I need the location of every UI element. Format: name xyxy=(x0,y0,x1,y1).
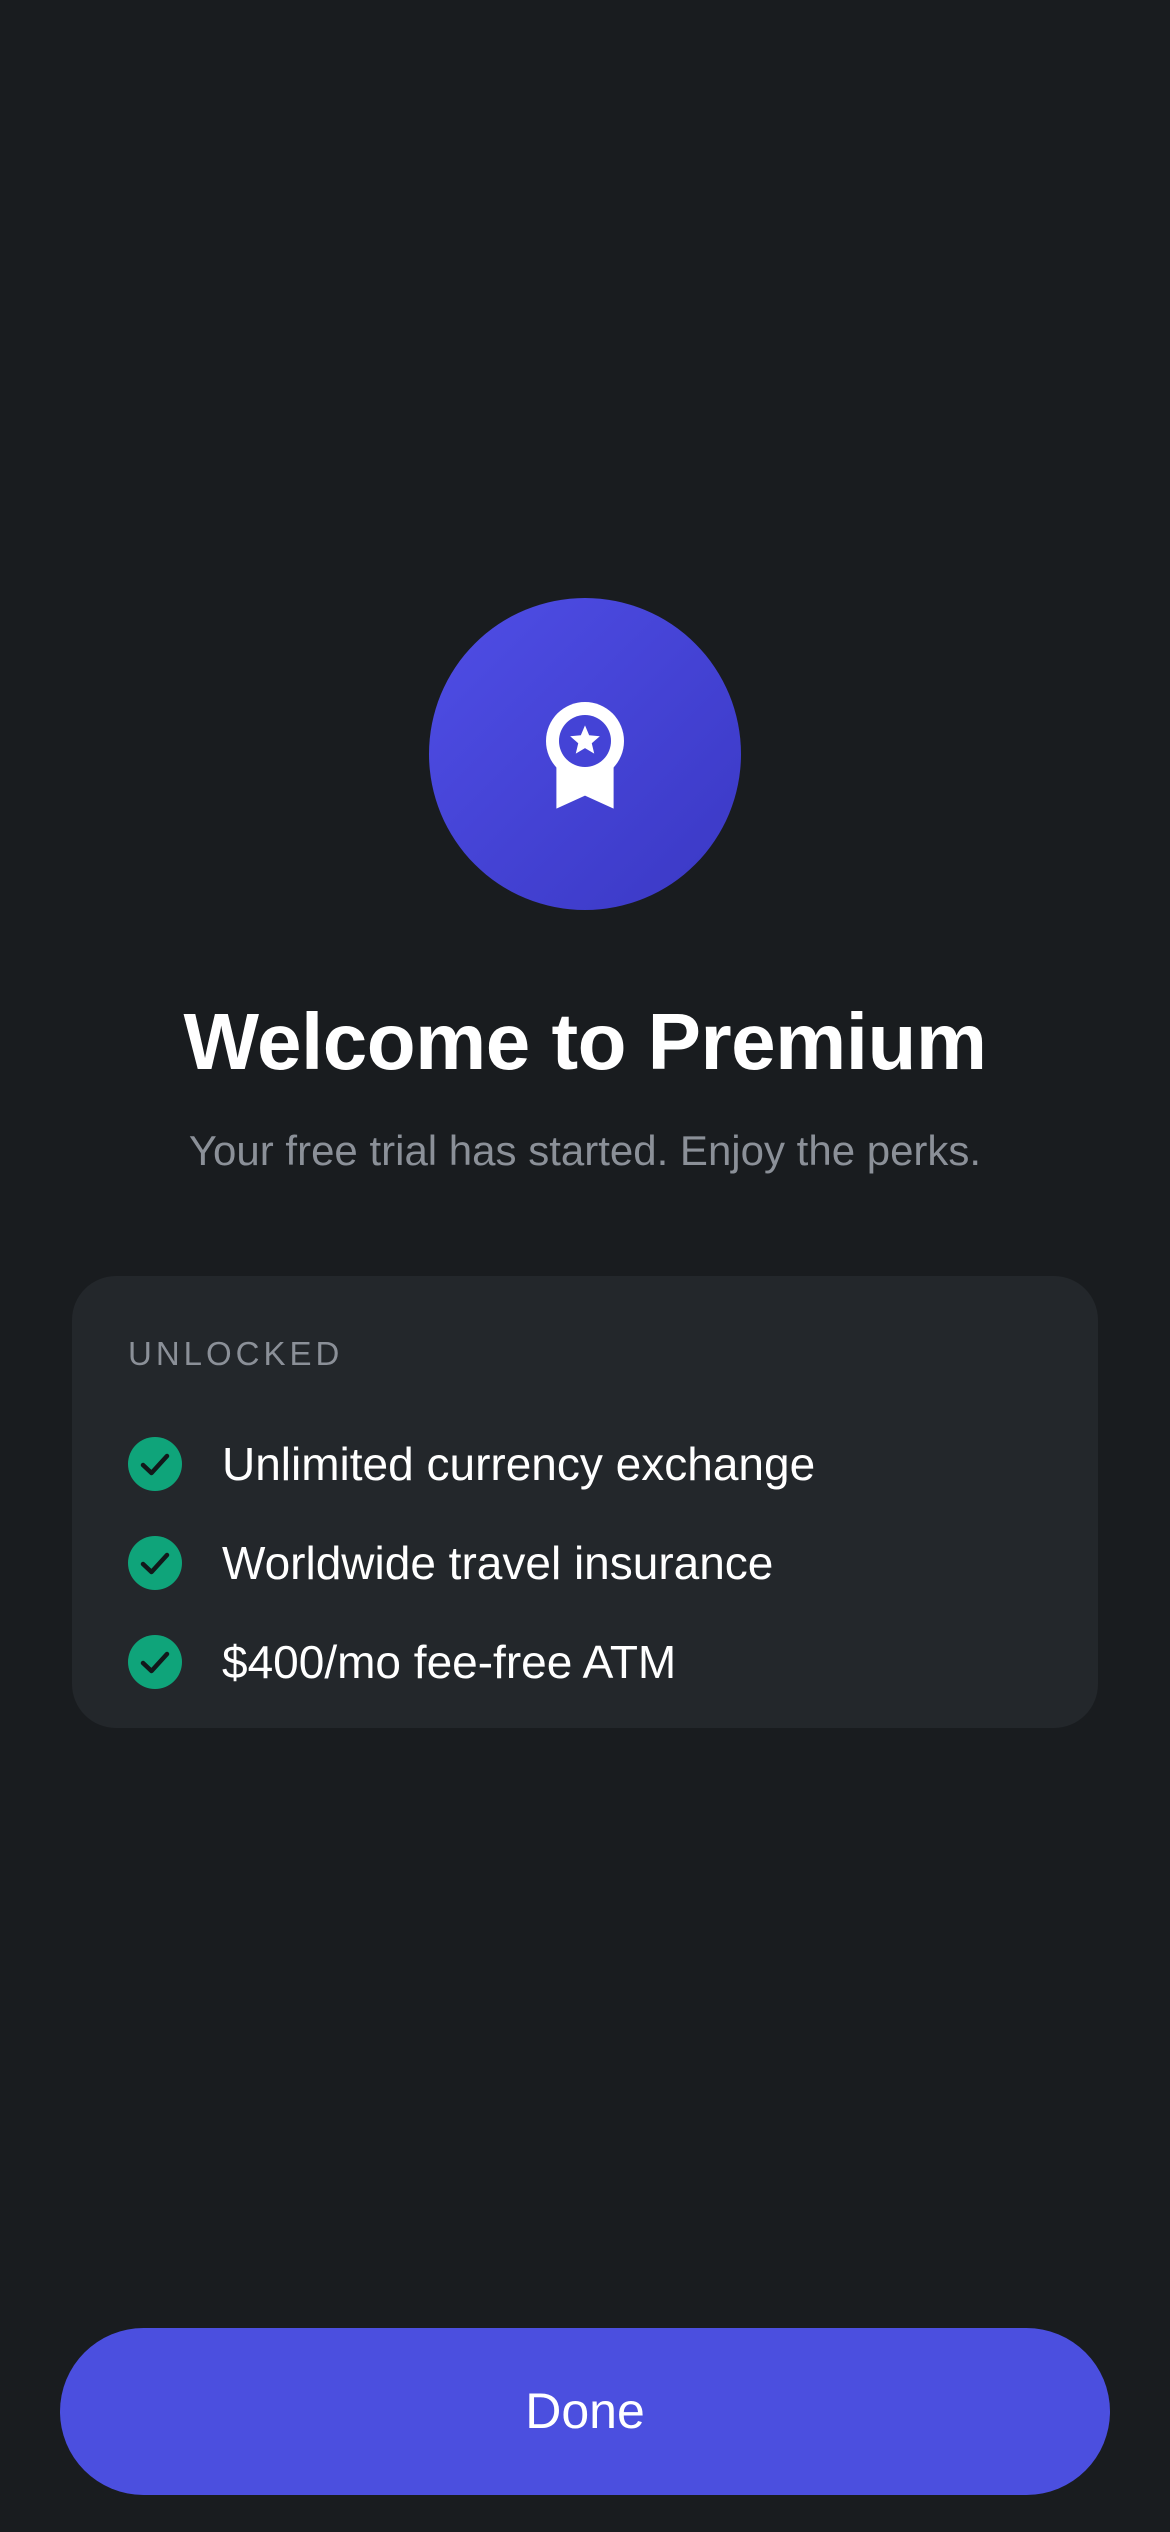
done-button[interactable]: Done xyxy=(60,2328,1110,2495)
perk-label: $400/mo fee-free ATM xyxy=(222,1635,677,1688)
premium-welcome-screen: Welcome to Premium Your free trial has s… xyxy=(0,0,1170,2532)
perk-label: Worldwide travel insurance xyxy=(222,1536,774,1589)
award-ribbon-icon xyxy=(546,702,624,809)
perk-label: Unlimited currency exchange xyxy=(222,1437,816,1490)
check-circle-icon xyxy=(128,1535,182,1590)
page-subtitle: Your free trial has started. Enjoy the p… xyxy=(188,1127,982,1174)
premium-badge xyxy=(429,598,741,910)
unlocked-perks-card: UNLOCKED Unlimited currency exchange Wor… xyxy=(72,1276,1098,1728)
page-title: Welcome to Premium xyxy=(183,997,987,1086)
check-circle-icon xyxy=(128,1634,182,1689)
list-item: Unlimited currency exchange xyxy=(128,1414,815,1513)
check-circle-icon xyxy=(128,1436,182,1491)
perk-list: Unlimited currency exchange Worldwide tr… xyxy=(128,1414,815,1711)
list-item: $400/mo fee-free ATM xyxy=(128,1612,815,1711)
list-item: Worldwide travel insurance xyxy=(128,1513,815,1612)
unlocked-label: UNLOCKED xyxy=(128,1335,344,1372)
